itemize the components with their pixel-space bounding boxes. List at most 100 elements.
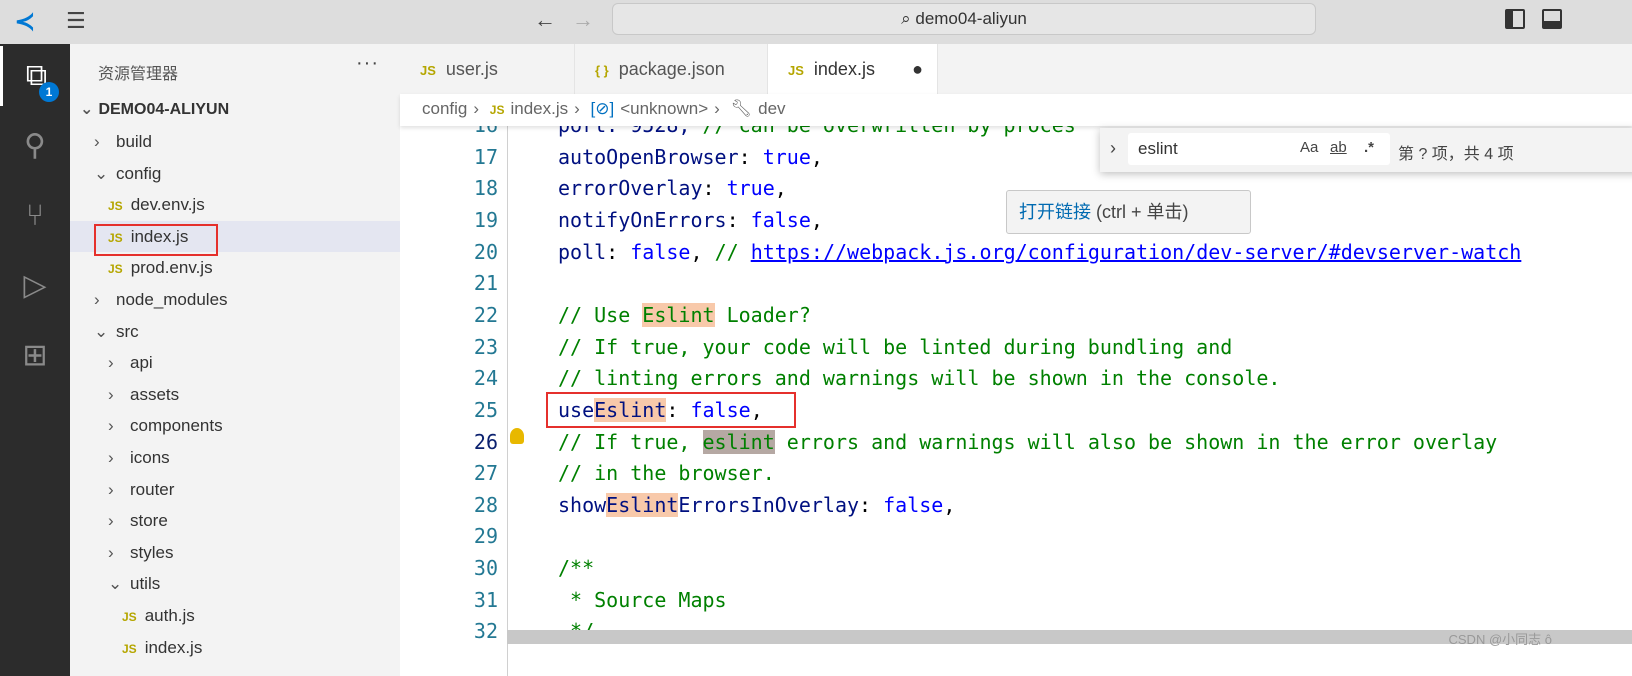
toggle-panel-icon[interactable] (1542, 9, 1562, 29)
tree-item[interactable]: › store (70, 505, 400, 536)
chevron-right-icon: › (94, 290, 100, 309)
more-actions-button[interactable]: ··· (356, 52, 379, 75)
line-number: 28 (473, 492, 498, 517)
code-line: // Use Eslint Loader? (558, 302, 811, 327)
code-token: autoOpenBrowser (558, 144, 739, 169)
code-line: /** (558, 556, 594, 580)
breadcrumb: config › JS index.js › [⊘] <unknown> › 🔧︎ dev (400, 94, 1632, 126)
line-number: 19 (473, 207, 498, 232)
code-token: // If true, your code will be linted dur… (558, 334, 1233, 359)
command-center-search[interactable]: ⌕ demo04-aliyun (612, 3, 1316, 35)
tree-item-label: router (130, 479, 175, 499)
code-token: ErrorsInOverlay (678, 492, 860, 517)
tree-item[interactable]: › icons (70, 442, 400, 473)
tree-item[interactable]: › router (70, 474, 400, 505)
code-token: notifyOnErrors (558, 207, 727, 232)
open-link[interactable]: 打开链接 (1019, 202, 1091, 222)
tree-item[interactable]: › assets (70, 379, 400, 410)
code-token: : (859, 492, 884, 517)
tree-item-label: icons (130, 448, 170, 467)
code-token: , (810, 207, 823, 232)
tree-item[interactable]: JS auth.js (70, 600, 400, 631)
match-whole-word-button[interactable]: ab (1330, 139, 1347, 156)
explorer-title: 资源管理器 (98, 66, 179, 83)
back-button[interactable]: ← (534, 7, 556, 33)
workspace-root[interactable]: ⌄ DEMO04-ALIYUN (70, 94, 400, 125)
tree-item[interactable]: › styles (70, 537, 400, 568)
tab-package-json[interactable]: { } package.json (575, 44, 768, 94)
search-icon[interactable]: ⚲ (0, 116, 70, 176)
chevron-right-icon: › (94, 132, 100, 151)
extensions-icon[interactable]: ⊞ (0, 326, 70, 386)
code-token: , (774, 176, 787, 201)
code-token: , (690, 239, 715, 264)
tree-item-label: build (116, 132, 152, 151)
chevron-right-icon: › (108, 479, 114, 499)
code-link[interactable]: https://webpack.js.org/configuration/dev… (751, 240, 1522, 264)
tree-item[interactable]: ⌄ utils (70, 568, 400, 599)
tree-item[interactable]: JS prod.env.js (70, 252, 400, 283)
code-line: // in the browser. (558, 461, 775, 485)
tooltip-hint: (ctrl + 单击) (1091, 202, 1189, 222)
code-token: // Use (558, 302, 643, 327)
line-number: 21 (473, 271, 498, 296)
tab-label: package.json (618, 59, 725, 79)
tree-item-label: prod.env.js (130, 258, 213, 278)
toggle-sidebar-icon[interactable] (1505, 9, 1525, 29)
tree-item[interactable]: ⌄ config (70, 158, 400, 189)
code-token: // linting errors and warnings will be s… (558, 366, 1281, 391)
code-token: // If true, (558, 429, 703, 454)
explorer-sidebar: 资源管理器 ··· ⌄ DEMO04-ALIYUN › build ⌄ config J… (70, 44, 400, 676)
tab-index-js[interactable]: JS index.js ● (768, 44, 938, 94)
run-debug-icon[interactable]: ▷ (0, 256, 70, 316)
tab-label: index.js (813, 59, 875, 79)
json-file-icon: { } (595, 63, 609, 78)
tab-user-js[interactable]: JS user.js (400, 44, 575, 94)
tree-item-label: auth.js (144, 606, 195, 625)
tree-item[interactable]: › components (70, 410, 400, 441)
chevron-right-icon: › (108, 384, 114, 404)
code-token: false (883, 492, 944, 517)
source-control-icon[interactable]: ⑂ (0, 186, 70, 246)
tree-item[interactable]: JS index.js (70, 632, 400, 663)
breadcrumb-symbol[interactable]: <unknown> (620, 99, 708, 118)
lightbulb-icon[interactable] (510, 428, 524, 444)
tree-item[interactable]: JS dev.env.js (70, 189, 400, 220)
editor-tabs: JS user.js { } package.json JS index.js ● (400, 44, 1632, 94)
chevron-right-icon: › (108, 416, 114, 436)
chevron-right-icon: › (108, 353, 114, 373)
code-token: port: 9528, (558, 126, 703, 137)
match-case-button[interactable]: Aa (1300, 139, 1318, 156)
chevron-down-icon: ⌄ (94, 321, 109, 341)
js-file-icon: JS (122, 610, 137, 624)
explorer-icon[interactable]: ⧉ 1 (0, 46, 70, 106)
breadcrumb-property[interactable]: dev (758, 99, 785, 118)
find-input[interactable]: eslint (1128, 133, 1390, 165)
code-line: * Source Maps (558, 588, 727, 612)
breadcrumb-file[interactable]: index.js (510, 99, 568, 118)
tree-item-label: api (130, 353, 153, 373)
toggle-replace-icon[interactable]: › (1110, 138, 1116, 159)
js-file-icon: JS (489, 103, 505, 117)
code-line: // If true, your code will be linted dur… (558, 335, 1232, 359)
tree-item[interactable]: › build (70, 126, 400, 157)
unsaved-dot-icon[interactable]: ● (912, 44, 923, 94)
breadcrumb-folder[interactable]: config (422, 99, 467, 118)
js-file-icon: JS (108, 262, 123, 277)
line-number: 30 (473, 556, 498, 581)
code-token: poll (558, 239, 607, 264)
code-line: // linting errors and warnings will be s… (558, 366, 1280, 390)
menu-icon[interactable]: ☰ (66, 8, 86, 34)
code-token: true (762, 144, 811, 169)
watermark: CSDN @小同志 ô (1448, 632, 1553, 647)
tree-item[interactable]: › node_modules (70, 284, 400, 315)
tree-item[interactable]: › api (70, 347, 400, 378)
code-token: // (714, 239, 751, 264)
annotation-box (546, 392, 796, 428)
vscode-logo-icon: ≺ (14, 6, 36, 36)
search-icon: ⌕ (901, 9, 916, 28)
tree-item[interactable]: ⌄ src (70, 316, 400, 347)
find-widget: › eslint Aa ab .* 第 ? 项，共 4 项 (1100, 128, 1632, 172)
regex-button[interactable]: .* (1364, 139, 1374, 156)
forward-button[interactable]: → (572, 7, 594, 33)
